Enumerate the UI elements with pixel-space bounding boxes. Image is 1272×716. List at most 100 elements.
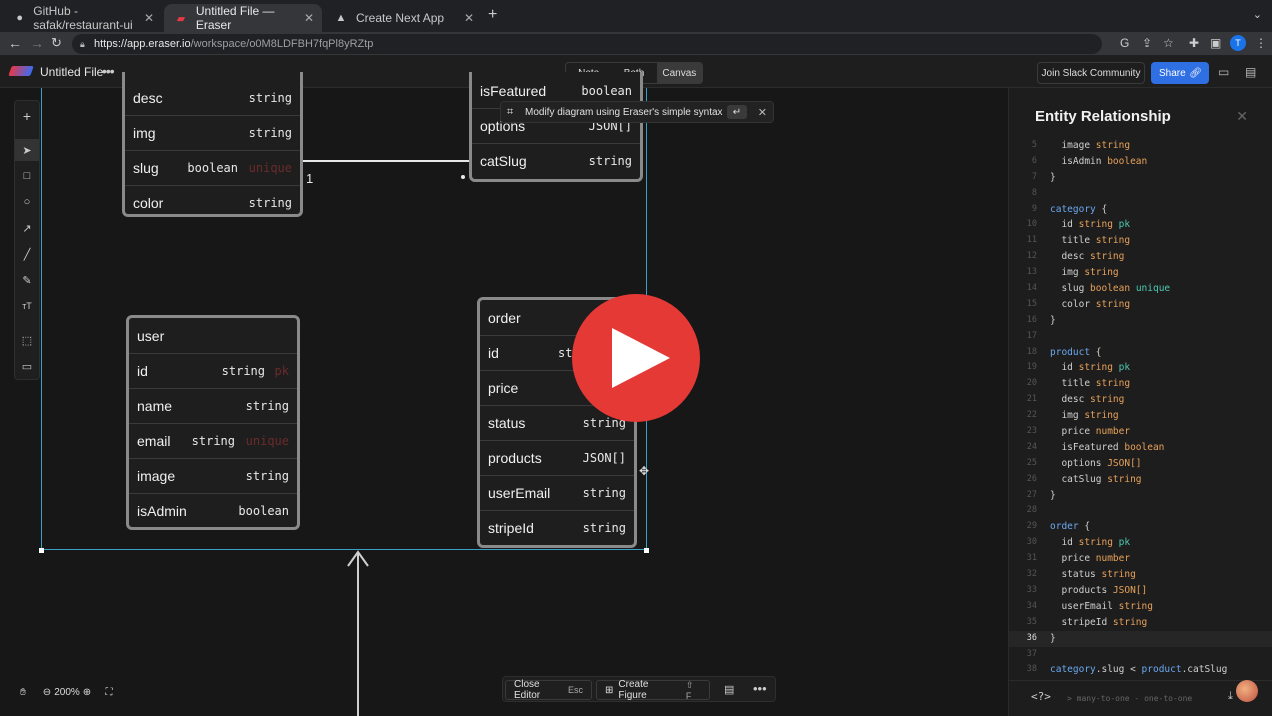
syntax-help-icon[interactable]: <?>: [1031, 690, 1051, 703]
code-token: string: [1112, 616, 1148, 628]
code-line[interactable]: 17: [1009, 329, 1272, 345]
code-line[interactable]: 15 color string: [1009, 297, 1272, 313]
code-token: product: [1050, 346, 1091, 358]
entity-row: products JSON[]: [480, 440, 634, 475]
code-line[interactable]: 13 img string: [1009, 265, 1272, 281]
line-number: 19: [1026, 362, 1037, 373]
code-token: product: [1141, 664, 1182, 676]
code-line[interactable]: 24 isFeatured boolean: [1009, 440, 1272, 456]
code-token: string: [1095, 140, 1131, 151]
line-number: 29: [1026, 521, 1037, 532]
line-number: 17: [1026, 330, 1037, 341]
comments-icon[interactable]: ▭: [1218, 65, 1229, 79]
code-line[interactable]: 38 category.slug < product.catSlug: [1009, 662, 1272, 678]
code-token: isAdmin: [1050, 155, 1108, 167]
code-token: isFeatured: [1050, 441, 1125, 453]
code-text: products JSON[]: [1050, 583, 1147, 599]
close-editor-button[interactable]: Close Editor Esc: [505, 679, 592, 701]
code-line[interactable]: 8: [1009, 186, 1272, 202]
download-icon[interactable]: ⤓: [1228, 690, 1233, 703]
code-line[interactable]: 19 id string pk: [1009, 360, 1272, 376]
sidebar-icon[interactable]: ▣: [1210, 36, 1221, 50]
avatar: [1236, 680, 1258, 702]
fit-screen-icon[interactable]: ⛶: [100, 683, 118, 701]
syntax-tooltip: ⌗ Modify diagram using Eraser's simple s…: [500, 101, 774, 123]
code-line[interactable]: 32 status string: [1009, 567, 1272, 583]
code-line[interactable]: 9 category {: [1009, 202, 1272, 218]
create-figure-button[interactable]: ⊞ Create Figure ⇧ F: [596, 679, 710, 701]
google-icon[interactable]: G: [1120, 36, 1129, 50]
code-line[interactable]: 6 isAdmin boolean: [1009, 154, 1272, 170]
code-line[interactable]: 35 stripeId string: [1009, 615, 1272, 631]
entity-category[interactable]: desc string img string slug boolean unique c…: [122, 72, 303, 217]
code-text: image string: [1050, 138, 1130, 154]
code-line[interactable]: 23 price number: [1009, 424, 1272, 440]
comment-icon[interactable]: ▤: [724, 683, 734, 696]
code-line[interactable]: 28: [1009, 503, 1272, 519]
code-line[interactable]: 21 desc string: [1009, 392, 1272, 408]
entity-row: color string: [125, 185, 300, 220]
code-token: img: [1050, 410, 1085, 422]
code-line[interactable]: 12 desc string: [1009, 249, 1272, 265]
code-line[interactable]: 36}: [1009, 630, 1272, 647]
code-editor[interactable]: 5 image string 6 isAdmin boolean 7} 8 9 categ…: [1009, 138, 1272, 678]
code-token: string: [1078, 362, 1113, 374]
code-line[interactable]: 33 products JSON[]: [1009, 583, 1272, 599]
video-play-button[interactable]: [572, 294, 700, 422]
profile-avatar[interactable]: T: [1230, 35, 1246, 51]
code-line[interactable]: 34 userEmail string: [1009, 599, 1272, 615]
extensions-icon[interactable]: ✚: [1189, 36, 1199, 50]
zoom-in-icon[interactable]: ⊕: [78, 683, 96, 701]
code-text: stripeId string: [1050, 615, 1147, 631]
share-page-icon[interactable]: ⇪: [1142, 36, 1152, 50]
code-text: category {: [1050, 202, 1107, 218]
line-number: 16: [1026, 314, 1037, 325]
entity-row: stripeId string: [480, 510, 634, 545]
code-token: string: [1090, 251, 1125, 263]
code-text: id string pk: [1050, 217, 1130, 233]
close-icon[interactable]: ✕: [1236, 108, 1248, 125]
code-line[interactable]: 10 id string pk: [1009, 217, 1272, 233]
code-line[interactable]: 26 catSlug string: [1009, 472, 1272, 488]
code-token: string: [1084, 410, 1119, 422]
chevron-down-icon[interactable]: ⌄: [1253, 8, 1262, 21]
code-line[interactable]: 25 options JSON[]: [1009, 456, 1272, 472]
menu-icon[interactable]: ⋮: [1255, 36, 1267, 50]
entity-product[interactable]: isFeatured boolean options JSON[] catSlug s…: [469, 72, 643, 182]
code-line[interactable]: 18 product {: [1009, 345, 1272, 361]
entity-user[interactable]: user id string pk name string email string un…: [126, 315, 300, 530]
join-slack-button[interactable]: Join Slack Community: [1037, 62, 1145, 84]
entity-row: img string: [125, 115, 300, 150]
code-token: catSlug: [1050, 473, 1108, 485]
more-icon[interactable]: •••: [753, 681, 767, 696]
line-number: 22: [1026, 410, 1037, 421]
code-line[interactable]: 30 id string pk: [1009, 535, 1272, 551]
bookmark-star-icon[interactable]: ☆: [1163, 36, 1174, 50]
code-token: options: [1050, 457, 1108, 469]
code-line[interactable]: 14 slug boolean unique: [1009, 281, 1272, 297]
entity-row: slug boolean unique: [125, 150, 300, 185]
share-button[interactable]: Share 🔗︎: [1151, 62, 1209, 84]
code-line[interactable]: 29 order {: [1009, 519, 1272, 535]
code-line[interactable]: 7}: [1009, 170, 1272, 186]
enter-key-icon[interactable]: ↵: [727, 105, 747, 119]
line-number: 34: [1026, 600, 1037, 611]
hand-tool-icon[interactable]: ✋︎: [14, 683, 32, 701]
code-line[interactable]: 11 title string: [1009, 233, 1272, 249]
code-line[interactable]: 20 title string: [1009, 376, 1272, 392]
code-line[interactable]: 31 price number: [1009, 551, 1272, 567]
code-line[interactable]: 27}: [1009, 488, 1272, 504]
zoom-level[interactable]: 200%: [54, 683, 80, 701]
close-icon[interactable]: ✕: [758, 106, 767, 119]
code-line[interactable]: 16}: [1009, 313, 1272, 329]
code-line[interactable]: 22 img string: [1009, 408, 1272, 424]
line-number: 11: [1026, 235, 1037, 246]
relation-one-label: 1: [306, 171, 314, 186]
panel-toggle-icon[interactable]: ▤: [1245, 65, 1256, 79]
code-line[interactable]: 37: [1009, 647, 1272, 663]
line-number: 21: [1026, 394, 1037, 405]
code-line[interactable]: 5 image string: [1009, 138, 1272, 154]
code-token: .catSlug: [1181, 664, 1228, 676]
code-token: id: [1050, 537, 1079, 549]
code-token: stripeId: [1050, 616, 1113, 628]
